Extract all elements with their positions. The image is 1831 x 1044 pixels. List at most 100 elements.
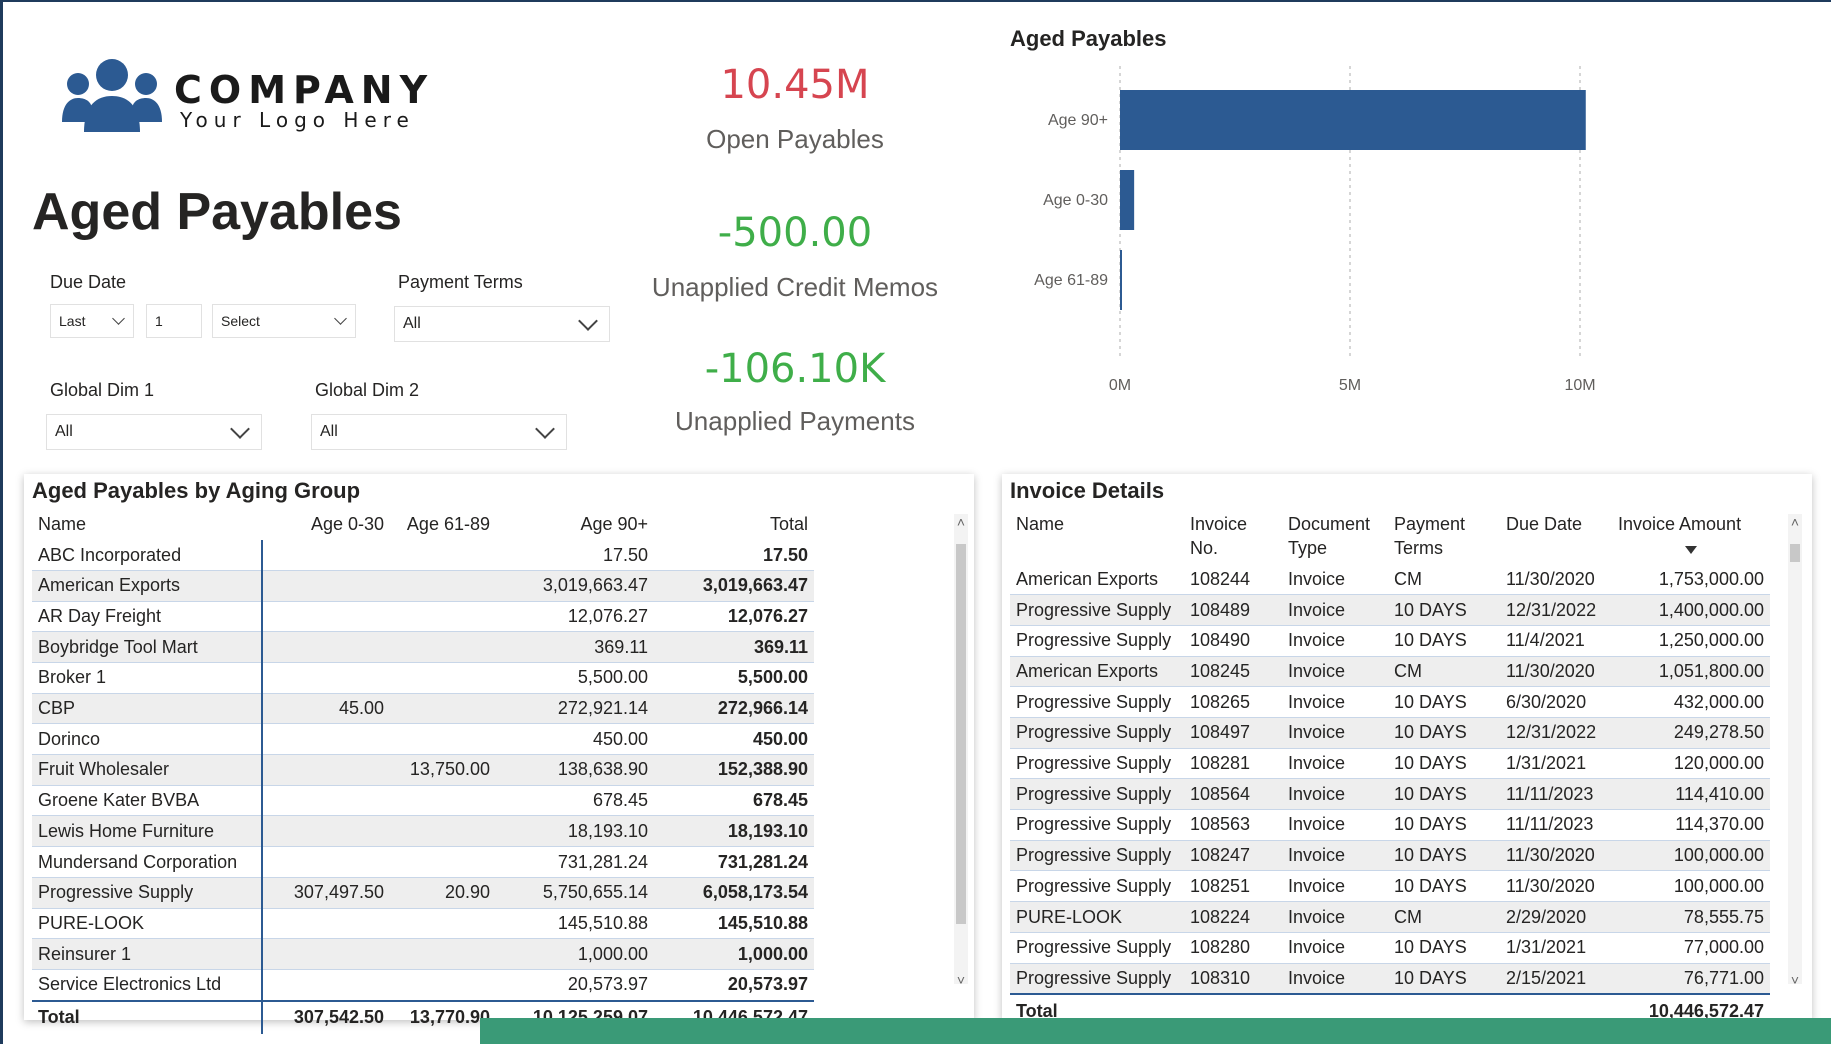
table-row[interactable]: Broker 1 5,500.00 5,500.00 xyxy=(32,662,814,694)
table-cell: Progressive Supply xyxy=(1010,870,1184,903)
table-row[interactable]: Lewis Home Furniture 18,193.10 18,193.10 xyxy=(32,815,814,848)
table-cell: 678.45 xyxy=(654,785,814,817)
due-date-period-dropdown[interactable]: Last xyxy=(50,304,134,338)
scroll-down-icon[interactable]: ˅ xyxy=(1788,972,1802,988)
table-cell: 307,497.50 xyxy=(262,877,390,909)
table-row[interactable]: Progressive Supply 108281 Invoice 10 DAYS 1/… xyxy=(1010,748,1770,780)
table-cell: Progressive Supply xyxy=(1010,594,1184,626)
table-row[interactable]: PURE-LOOK 108224 Invoice CM 2/29/2020 78,555.… xyxy=(1010,901,1770,933)
table-row[interactable]: Reinsurer 1 1,000.00 1,000.00 xyxy=(32,938,814,970)
table-cell: 100,000.00 xyxy=(1612,870,1770,903)
global-dim-1-value: All xyxy=(55,423,73,440)
invoice-table-scrollbar[interactable] xyxy=(1788,514,1802,984)
table-cell xyxy=(262,785,390,817)
table-cell: 13,750.00 xyxy=(390,754,496,786)
scroll-down-icon[interactable]: ˅ xyxy=(954,972,968,988)
table-cell xyxy=(390,938,496,970)
table-cell: American Exports xyxy=(1010,564,1184,596)
table-cell: 108563 xyxy=(1184,809,1282,841)
column-header[interactable]: Name xyxy=(1010,508,1184,565)
invoice-table-scroll-thumb[interactable] xyxy=(1790,544,1800,562)
column-header[interactable]: Due Date xyxy=(1500,508,1612,565)
global-dim-2-label: Global Dim 2 xyxy=(315,380,420,400)
table-cell: 108245 xyxy=(1184,656,1282,688)
table-cell: Invoice xyxy=(1282,686,1388,719)
global-dim-1-dropdown[interactable]: All xyxy=(46,414,262,450)
table-cell: 18,193.10 xyxy=(496,815,654,848)
column-header[interactable]: Age 61-89 xyxy=(390,508,496,540)
table-row[interactable]: Progressive Supply 108564 Invoice 10 DAYS 11… xyxy=(1010,778,1770,811)
table-cell: Invoice xyxy=(1282,656,1388,688)
table-row[interactable]: ABC Incorporated 17.50 17.50 xyxy=(32,540,814,571)
table-row[interactable]: Progressive Supply 108280 Invoice 10 DAYS 1/… xyxy=(1010,932,1770,964)
due-date-unit-dropdown[interactable]: Select xyxy=(212,304,356,338)
table-row[interactable]: Progressive Supply 108247 Invoice 10 DAYS 11… xyxy=(1010,840,1770,872)
table-row[interactable]: PURE-LOOK 145,510.88 145,510.88 xyxy=(32,908,814,940)
aged-payables-bar-chart: 0M 5M 10M Age 90+ Age 0-30 Age 61-89 xyxy=(1034,66,1596,394)
table-cell: Invoice xyxy=(1282,594,1388,626)
table-row[interactable]: American Exports 108245 Invoice CM 11/30/202… xyxy=(1010,656,1770,688)
column-header[interactable]: Age 0-30 xyxy=(262,508,390,540)
table-row[interactable]: Mundersand Corporation 731,281.24 731,281.… xyxy=(32,846,814,878)
table-cell: 138,638.90 xyxy=(496,754,654,786)
table-cell: CM xyxy=(1388,901,1500,933)
open-payables-value: 10.45M xyxy=(720,62,870,108)
table-row[interactable]: Progressive Supply 108251 Invoice 10 DAYS 11… xyxy=(1010,870,1770,903)
table-row[interactable]: American Exports 108244 Invoice CM 11/30/202… xyxy=(1010,564,1770,596)
sort-descending-icon[interactable] xyxy=(1685,546,1697,555)
table-row[interactable]: American Exports 3,019,663.47 3,019,663.47 xyxy=(32,570,814,602)
table-row[interactable]: Progressive Supply 108490 Invoice 10 DAYS 11… xyxy=(1010,625,1770,657)
table-row[interactable]: Progressive Supply 108497 Invoice 10 DAYS 12… xyxy=(1010,717,1770,749)
payment-terms-dropdown[interactable]: All xyxy=(394,306,610,342)
table-row[interactable]: Progressive Supply 108265 Invoice 10 DAYS 6/… xyxy=(1010,686,1770,719)
column-header[interactable]: Age 90+ xyxy=(496,508,654,540)
due-date-count-input[interactable]: 1 xyxy=(146,304,202,338)
table-row[interactable]: Dorinco 450.00 450.00 xyxy=(32,723,814,756)
table-cell: Progressive Supply xyxy=(1010,840,1184,872)
table-cell: 3,019,663.47 xyxy=(654,570,814,602)
aging-table: Name Age 0-30 Age 61-89 Age 90+ Total ABC In… xyxy=(32,508,814,1034)
table-row[interactable]: CBP 45.00 272,921.14 272,966.14 xyxy=(32,693,814,725)
aging-table-scroll-thumb[interactable] xyxy=(956,544,966,924)
column-header[interactable]: Payment Terms xyxy=(1388,508,1500,565)
table-row[interactable]: Progressive Supply 108489 Invoice 10 DAYS 12… xyxy=(1010,594,1770,626)
table-cell xyxy=(390,908,496,940)
column-header[interactable]: Name xyxy=(32,508,262,540)
aging-table-scrollbar[interactable] xyxy=(954,514,968,984)
table-row[interactable]: Progressive Supply 307,497.50 20.90 5,750,6… xyxy=(32,877,814,909)
table-cell xyxy=(390,601,496,633)
table-cell: 450.00 xyxy=(496,723,654,756)
unapplied-payments-label: Unapplied Payments xyxy=(675,406,915,436)
total-cell: Total xyxy=(32,999,263,1034)
scroll-up-icon[interactable]: ˄ xyxy=(954,514,968,530)
chevron-down-icon xyxy=(578,311,598,331)
column-header[interactable]: Invoice Amount xyxy=(1612,508,1770,565)
table-row[interactable]: Progressive Supply 108563 Invoice 10 DAYS 11… xyxy=(1010,809,1770,841)
table-row[interactable]: Boybridge Tool Mart 369.11 369.11 xyxy=(32,631,814,664)
table-cell: 10 DAYS xyxy=(1388,778,1500,811)
table-row[interactable]: Fruit Wholesaler 13,750.00 138,638.90 152,3… xyxy=(32,754,814,786)
scroll-up-icon[interactable]: ˄ xyxy=(1788,514,1802,530)
open-payables-label: Open Payables xyxy=(706,124,884,154)
table-cell xyxy=(262,601,390,633)
table-cell: 78,555.75 xyxy=(1612,901,1770,933)
table-row[interactable]: Progressive Supply 108310 Invoice 10 DAYS 2/… xyxy=(1010,963,1770,995)
table-cell: 11/30/2020 xyxy=(1500,870,1612,903)
table-row[interactable]: AR Day Freight 12,076.27 12,076.27 xyxy=(32,601,814,633)
column-header[interactable]: Invoice No. xyxy=(1184,508,1282,565)
logo-company-name: COMPANY xyxy=(174,68,435,112)
column-header[interactable]: Total xyxy=(654,508,814,540)
global-dim-2-dropdown[interactable]: All xyxy=(311,414,567,450)
table-cell: 272,921.14 xyxy=(496,693,654,725)
category-label: Age 90+ xyxy=(1048,112,1108,129)
category-label: Age 0-30 xyxy=(1043,192,1108,209)
table-cell: CM xyxy=(1388,564,1500,596)
table-row[interactable]: Groene Kater BVBA 678.45 678.45 xyxy=(32,785,814,817)
frame-top-border xyxy=(0,0,1831,2)
table-row[interactable]: Service Electronics Ltd 20,573.97 20,573.9… xyxy=(32,969,814,1002)
table-cell: 1/31/2021 xyxy=(1500,748,1612,780)
table-cell xyxy=(262,815,390,848)
column-header[interactable]: Document Type xyxy=(1282,508,1388,565)
bottom-accent-bar xyxy=(480,1018,1831,1044)
table-cell: Invoice xyxy=(1282,778,1388,811)
